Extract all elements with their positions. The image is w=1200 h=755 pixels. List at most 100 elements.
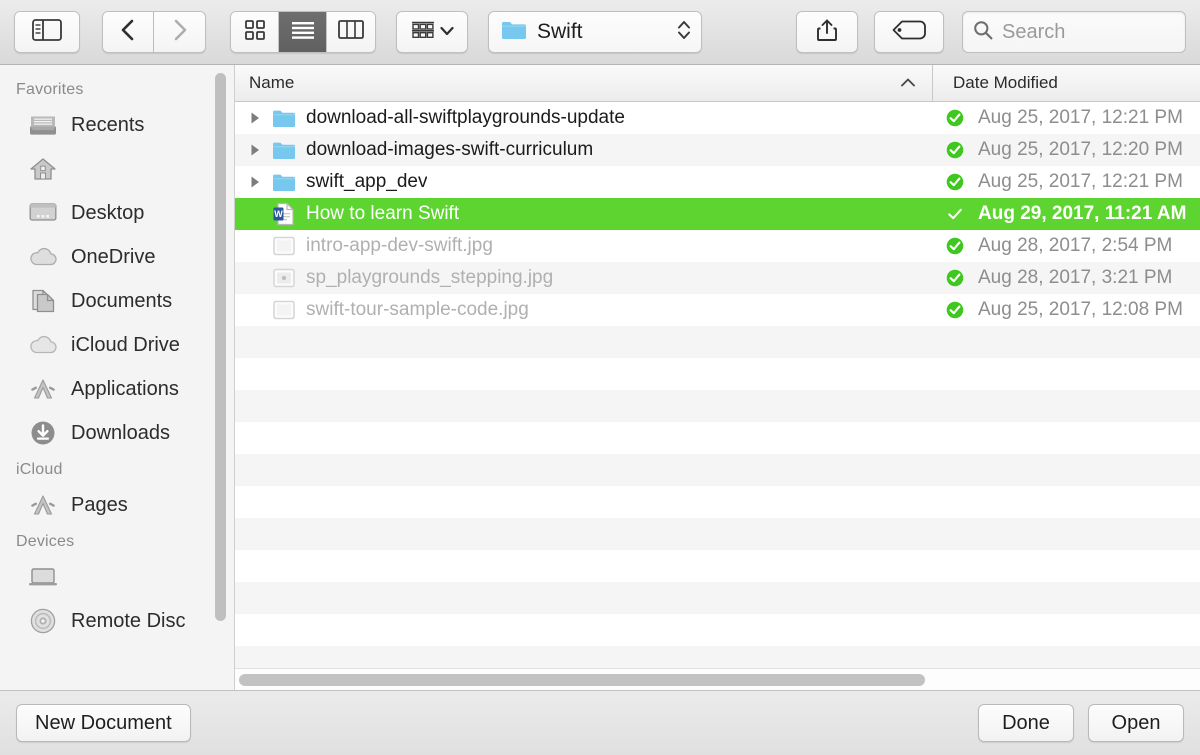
sidebar-scrollbar[interactable] [215, 73, 226, 621]
sidebar-item-label: Recents [71, 114, 144, 137]
pages-icon [28, 492, 58, 518]
sync-check-badge [932, 172, 978, 192]
file-picker-dialog: Swift [0, 0, 1200, 755]
image-file-icon [271, 300, 297, 320]
word-document-icon: W [271, 202, 297, 226]
sidebar-item-onedrive[interactable]: OneDrive [0, 235, 234, 279]
done-button[interactable]: Done [978, 704, 1074, 742]
empty-row [235, 646, 1200, 668]
row-date-cell: Aug 28, 2017, 2:54 PM [932, 235, 1200, 257]
file-list: Name Date Modified download-all-swiftpla… [235, 65, 1200, 690]
column-header-date-modified[interactable]: Date Modified [932, 65, 1200, 101]
disclosure-triangle-icon[interactable] [249, 143, 271, 157]
table-row[interactable]: download-all-swiftplaygrounds-updateAug … [235, 102, 1200, 134]
horizontal-scrollbar-thumb[interactable] [239, 674, 925, 686]
row-name-label: intro-app-dev-swift.jpg [306, 235, 493, 257]
sidebar-item-label: Downloads [71, 422, 170, 445]
row-name-cell: sp_playgrounds_stepping.jpg [235, 267, 932, 289]
share-button[interactable] [796, 11, 858, 53]
row-name-cell: swift-tour-sample-code.jpg [235, 299, 932, 321]
folder-icon [501, 19, 527, 45]
sidebar-item-label: Documents [71, 290, 172, 313]
location-label: Swift [537, 20, 677, 44]
sidebar-item-desktop[interactable]: Desktop [0, 191, 234, 235]
sidebar-item-downloads[interactable]: Downloads [0, 411, 234, 455]
open-button[interactable]: Open [1088, 704, 1184, 742]
sidebar-item-applications[interactable]: Applications [0, 367, 234, 411]
row-name-label: How to learn Swift [306, 203, 459, 225]
folder-icon [271, 108, 297, 128]
search-field[interactable]: Search [962, 11, 1186, 53]
view-mode-icon-button[interactable] [231, 12, 279, 52]
row-name-label: swift_app_dev [306, 171, 427, 193]
column-header-date-label: Date Modified [953, 73, 1058, 93]
sync-check-badge [932, 236, 978, 256]
file-rows: download-all-swiftplaygrounds-updateAug … [235, 102, 1200, 668]
disclosure-triangle-icon[interactable] [249, 175, 271, 189]
empty-row [235, 614, 1200, 646]
sidebar-item-home[interactable] [0, 147, 234, 191]
folder-icon [271, 172, 297, 192]
sync-check-badge [932, 204, 978, 224]
horizontal-scrollbar-track[interactable] [235, 668, 1200, 690]
column-view-icon [338, 20, 364, 44]
share-icon [816, 18, 838, 47]
back-button[interactable] [102, 11, 154, 53]
sidebar-toggle-icon [32, 19, 62, 46]
search-input[interactable]: Search [1002, 21, 1065, 44]
up-down-chevron-icon [677, 18, 691, 47]
row-date-label: Aug 29, 2017, 11:21 AM [978, 203, 1186, 225]
recents-icon [28, 112, 58, 138]
row-date-cell: Aug 25, 2017, 12:08 PM [932, 299, 1200, 321]
table-row[interactable]: download-images-swift-curriculumAug 25, … [235, 134, 1200, 166]
table-row[interactable]: swift_app_dev Aug 25, 2017, 12:21 PM [235, 166, 1200, 198]
row-date-cell: Aug 28, 2017, 3:21 PM [932, 267, 1200, 289]
sync-check-badge [932, 140, 978, 160]
sidebar-section-header: iCloud [0, 455, 234, 483]
row-date-label: Aug 28, 2017, 2:54 PM [978, 235, 1172, 257]
laptop-icon [28, 564, 58, 590]
sidebar-toggle-button[interactable] [14, 11, 80, 53]
disclosure-triangle-icon[interactable] [249, 111, 271, 125]
sidebar-item-pages[interactable]: Pages [0, 483, 234, 527]
sync-check-badge [932, 268, 978, 288]
chevron-left-icon [120, 18, 136, 47]
sidebar-item-label: Remote Disc [71, 610, 185, 633]
sidebar-item-label: Desktop [71, 202, 144, 225]
sidebar: Favorites Recents Desktop OneDrive Documents… [0, 65, 235, 690]
sidebar-item-remote-disc[interactable]: Remote Disc [0, 599, 234, 643]
table-row[interactable]: intro-app-dev-swift.jpg Aug 28, 2017, 2:5… [235, 230, 1200, 262]
column-header-name[interactable]: Name [235, 65, 932, 101]
tag-icon [892, 20, 926, 45]
forward-button[interactable] [154, 11, 206, 53]
empty-row [235, 326, 1200, 358]
chevron-down-icon [440, 23, 454, 41]
tag-button[interactable] [874, 11, 944, 53]
downloads-icon [28, 420, 58, 446]
empty-row [235, 358, 1200, 390]
table-row[interactable]: sp_playgrounds_stepping.jpg Aug 28, 2017,… [235, 262, 1200, 294]
sidebar-item-icloud-drive[interactable]: iCloud Drive [0, 323, 234, 367]
folder-icon [271, 140, 297, 160]
sidebar-item-documents[interactable]: Documents [0, 279, 234, 323]
empty-row [235, 550, 1200, 582]
dialog-footer: New Document Done Open [0, 691, 1200, 755]
view-mode-column-button[interactable] [327, 12, 375, 52]
sidebar-item-label: OneDrive [71, 246, 155, 269]
sidebar-item-laptop[interactable] [0, 555, 234, 599]
table-row[interactable]: swift-tour-sample-code.jpgAug 25, 2017, … [235, 294, 1200, 326]
chevron-right-icon [172, 18, 188, 47]
sidebar-item-recents[interactable]: Recents [0, 103, 234, 147]
empty-row [235, 518, 1200, 550]
cloud-icon [28, 244, 58, 270]
table-row[interactable]: W How to learn Swift Aug 29, 2017, 11:21 A… [235, 198, 1200, 230]
arrange-by-button[interactable] [396, 11, 468, 53]
new-document-button[interactable]: New Document [16, 704, 191, 742]
view-mode-list-button[interactable] [279, 12, 327, 52]
sidebar-section-header: Devices [0, 527, 234, 555]
row-date-label: Aug 25, 2017, 12:21 PM [978, 171, 1183, 193]
sidebar-item-label: Pages [71, 494, 128, 517]
location-popup-button[interactable]: Swift [488, 11, 702, 53]
row-name-label: sp_playgrounds_stepping.jpg [306, 267, 553, 289]
sidebar-section-header: Favorites [0, 75, 234, 103]
